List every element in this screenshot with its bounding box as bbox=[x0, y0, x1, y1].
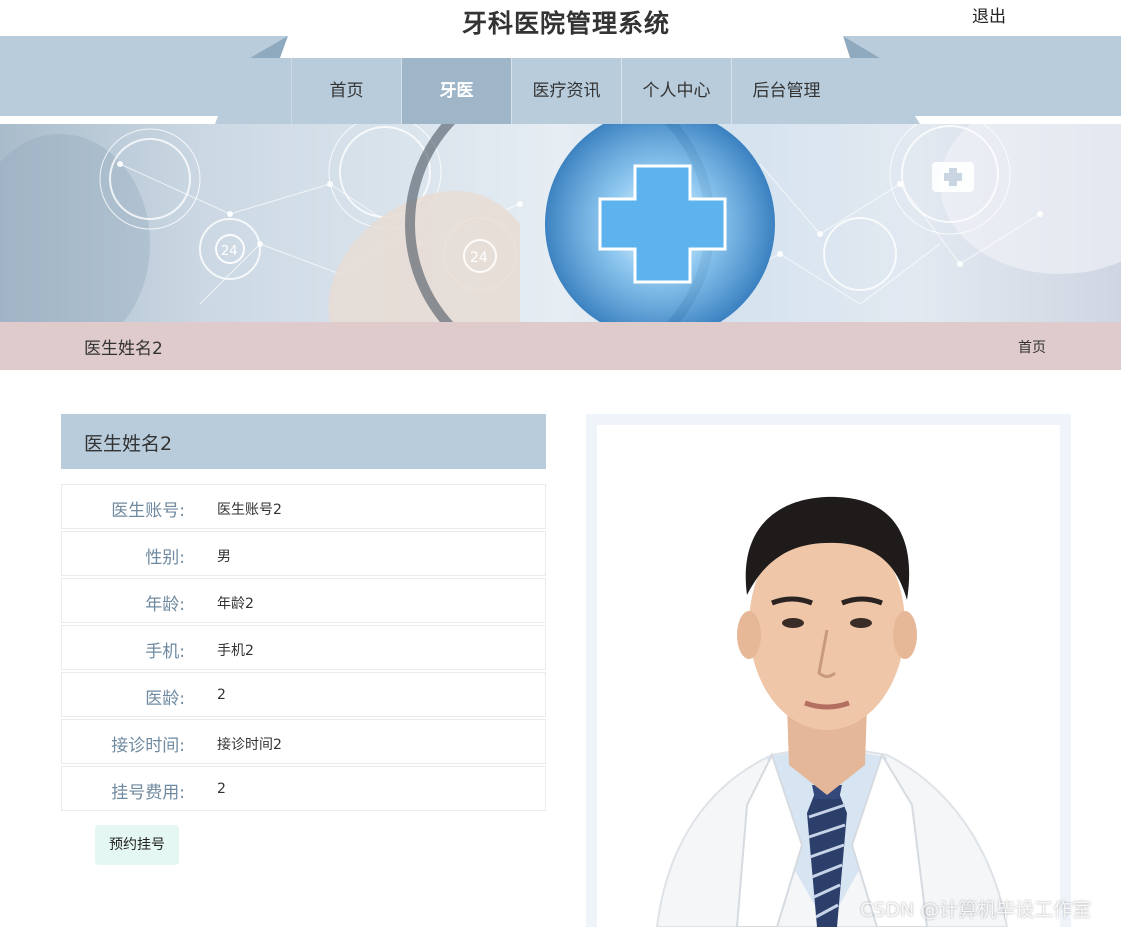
site-title: 牙科医院管理系统 bbox=[461, 9, 670, 38]
nav-personal-center[interactable]: 个人中心 bbox=[621, 58, 731, 124]
info-label: 接诊时间: bbox=[111, 736, 185, 756]
nav-dentist[interactable]: 牙医 bbox=[401, 58, 511, 124]
info-row-clinic-time: 接诊时间: 接诊时间2 bbox=[61, 719, 546, 764]
info-label: 医生账号: bbox=[111, 501, 185, 521]
doctor-photo bbox=[597, 425, 1060, 927]
info-value: 接诊时间2 bbox=[217, 737, 282, 753]
nav-home[interactable]: 首页 bbox=[291, 58, 401, 124]
nav-admin[interactable]: 后台管理 bbox=[731, 58, 841, 124]
info-label: 性别: bbox=[145, 548, 185, 568]
info-value: 2 bbox=[217, 781, 226, 797]
hero-banner: 24 24 bbox=[0, 124, 1121, 322]
info-value: 年龄2 bbox=[217, 596, 254, 612]
info-row-experience: 医龄: 2 bbox=[61, 672, 546, 717]
doctor-name: 医生姓名2 bbox=[84, 433, 173, 455]
doctor-info-list: 医生账号: 医生账号2 性别: 男 年龄: 年龄2 手机: 手机2 医龄: 2 … bbox=[61, 484, 546, 813]
main-nav: 首页 牙医 医疗资讯 个人中心 后台管理 bbox=[291, 58, 841, 124]
breadcrumb-home-link[interactable]: 首页 bbox=[1018, 337, 1046, 357]
breadcrumb: 医生姓名2 首页 bbox=[0, 322, 1121, 370]
info-label: 年龄: bbox=[145, 595, 185, 615]
nav-medical-news[interactable]: 医疗资讯 bbox=[511, 58, 621, 124]
svg-text:24: 24 bbox=[470, 250, 488, 266]
info-value: 2 bbox=[217, 687, 226, 703]
info-row-account: 医生账号: 医生账号2 bbox=[61, 484, 546, 529]
info-row-fee: 挂号费用: 2 bbox=[61, 766, 546, 811]
breadcrumb-title: 医生姓名2 bbox=[84, 339, 163, 359]
doctor-name-header: 医生姓名2 bbox=[61, 414, 546, 469]
svg-text:24: 24 bbox=[221, 244, 238, 259]
info-row-phone: 手机: 手机2 bbox=[61, 625, 546, 670]
info-value: 医生账号2 bbox=[217, 502, 282, 518]
info-label: 医龄: bbox=[145, 689, 185, 709]
info-value: 手机2 bbox=[217, 643, 254, 659]
info-row-age: 年龄: 年龄2 bbox=[61, 578, 546, 623]
book-appointment-button[interactable]: 预约挂号 bbox=[95, 825, 179, 865]
doctor-photo-frame bbox=[586, 414, 1071, 927]
logout-link[interactable]: 退出 bbox=[972, 2, 1006, 27]
info-label: 手机: bbox=[145, 642, 185, 662]
info-value: 男 bbox=[217, 549, 231, 565]
info-row-gender: 性别: 男 bbox=[61, 531, 546, 576]
info-label: 挂号费用: bbox=[111, 783, 185, 803]
watermark: CSDN @计算机毕设工作室 bbox=[860, 899, 1092, 921]
